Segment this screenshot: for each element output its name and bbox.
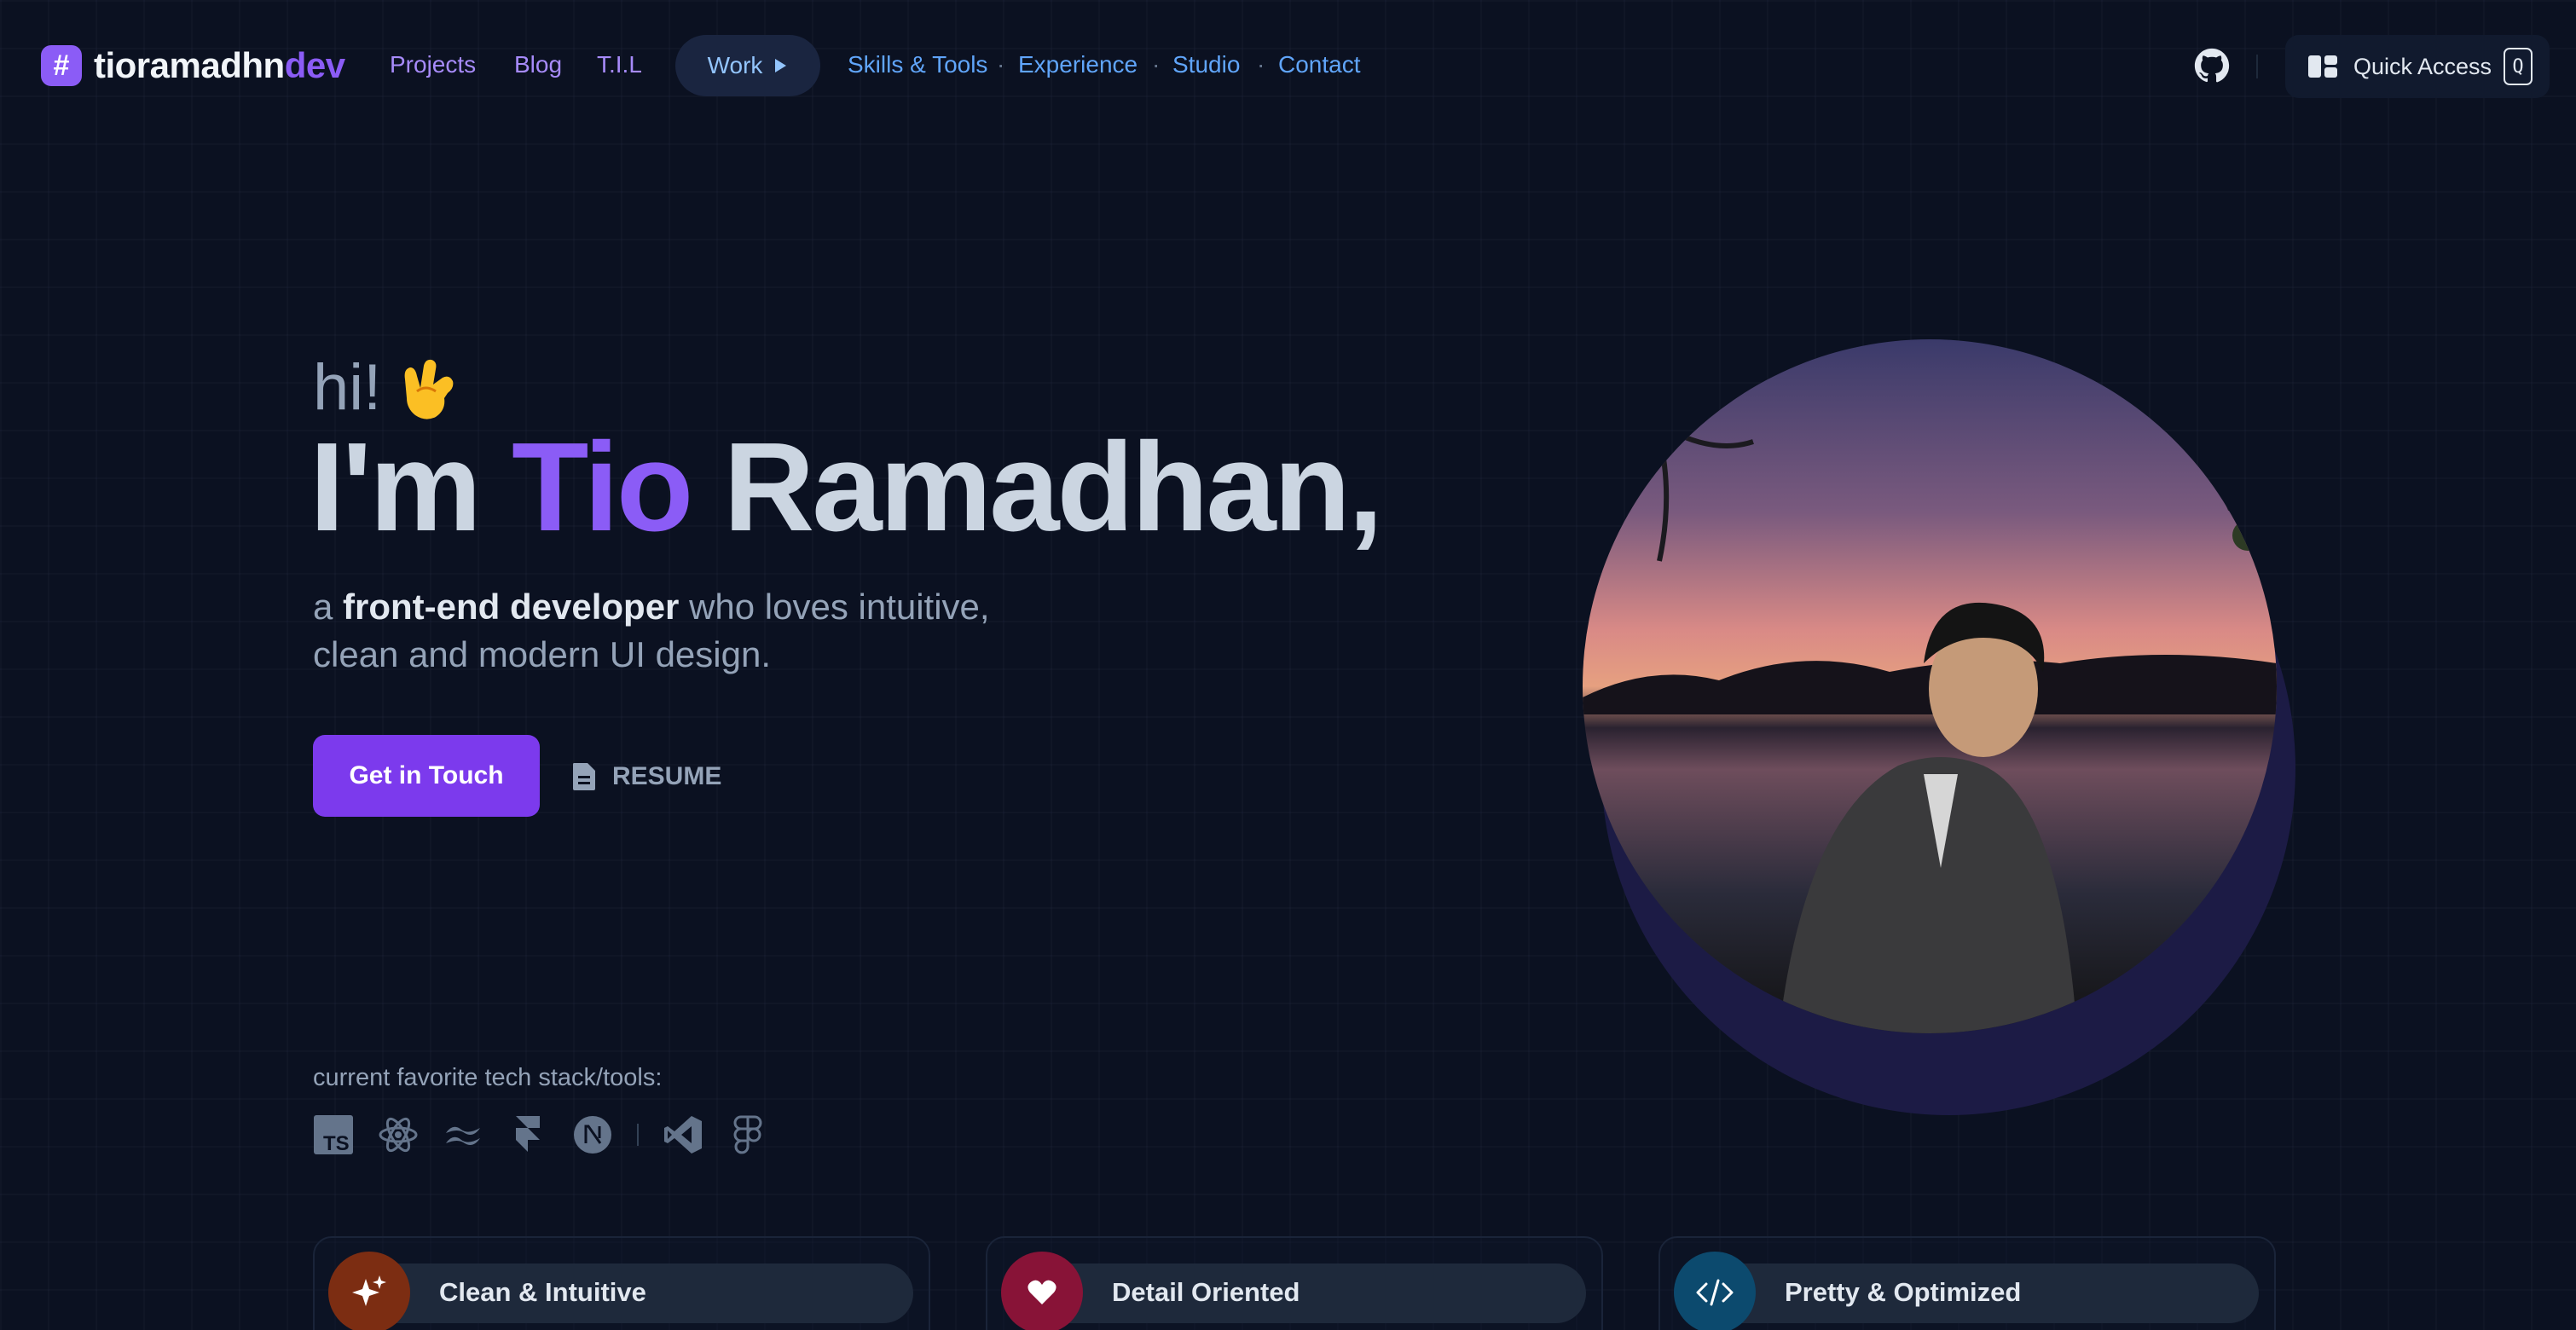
stack-divider [637, 1124, 639, 1146]
tailwind-icon [446, 1126, 480, 1145]
headline-name: Tio [512, 417, 693, 558]
tagline-role: front-end developer [343, 587, 680, 627]
nav-til[interactable]: T.I.L [597, 48, 642, 82]
svg-text:TS: TS [323, 1132, 350, 1155]
logo-accent: dev [284, 45, 345, 85]
feature-title: Detail Oriented [1112, 1277, 1300, 1307]
logo-text: tioramadhndev [94, 45, 345, 86]
headline-prefix: I'm [310, 417, 512, 558]
code-icon [1674, 1252, 1756, 1330]
heart-icon [1001, 1252, 1083, 1330]
tagline-lead: a [313, 587, 344, 627]
framer-icon [516, 1116, 540, 1152]
feature-title: Clean & Intuitive [439, 1277, 646, 1307]
get-in-touch-button[interactable]: Get in Touch [313, 735, 540, 817]
portrait-container [1583, 339, 2295, 1115]
keyboard-shortcut-key: Q [2504, 48, 2533, 85]
hero-tagline: a front-end developer who loves intuitiv… [313, 583, 1080, 679]
greeting-text: hi! [313, 351, 382, 424]
rock-on-hand-icon [404, 359, 454, 419]
hero-headline: I'm Tio Ramadhan, [310, 417, 1383, 558]
nav-projects[interactable]: Projects [390, 48, 476, 82]
nav-skills-tools[interactable]: Skills & Tools [848, 48, 987, 82]
nav-studio[interactable]: Studio [1172, 48, 1240, 82]
nav-separator: · [1257, 51, 1265, 78]
nav-blog[interactable]: Blog [514, 48, 562, 82]
nav-work-toggle[interactable]: Work [675, 35, 820, 96]
quick-access-label: Quick Access [2353, 53, 2492, 79]
nav-separator: · [997, 51, 1005, 78]
feature-card-pretty: Pretty & Optimized [1658, 1236, 2276, 1330]
typescript-icon: TS [314, 1115, 353, 1155]
figma-icon [733, 1115, 762, 1154]
nextjs-icon [574, 1116, 611, 1154]
feature-title: Pretty & Optimized [1785, 1277, 2022, 1307]
nav-separator: · [1152, 51, 1161, 78]
site-logo[interactable]: # tioramadhndev [41, 43, 345, 89]
logo-main: tioramadhn [94, 45, 285, 85]
vscode-icon [664, 1116, 702, 1154]
play-icon [775, 59, 787, 72]
headline-suffix: Ramadhan, [691, 417, 1383, 558]
document-icon [573, 763, 595, 790]
logo-hash-icon: # [41, 45, 82, 86]
site-header: # tioramadhndev Projects Blog T.I.L Work… [0, 0, 2576, 133]
feature-card-detail: Detail Oriented [986, 1236, 1603, 1330]
greeting: hi! [313, 350, 460, 426]
tech-stack-label: current favorite tech stack/tools: [313, 1064, 663, 1091]
nav-work-label: Work [707, 52, 763, 78]
nav-contact[interactable]: Contact [1278, 48, 1361, 82]
react-icon [379, 1117, 418, 1153]
resume-link[interactable]: RESUME [571, 755, 721, 798]
header-divider [2256, 55, 2258, 78]
dashboard-icon [2308, 55, 2337, 78]
profile-photo [1583, 339, 2277, 1033]
quick-access-button[interactable]: Quick Access Q [2285, 35, 2550, 98]
feature-card-clean: Clean & Intuitive [313, 1236, 930, 1330]
sparkles-icon [328, 1252, 410, 1330]
nav-experience[interactable]: Experience [1018, 48, 1137, 82]
github-icon[interactable] [2194, 48, 2230, 84]
tech-stack-icons: TS [313, 1113, 768, 1156]
resume-label: RESUME [612, 762, 722, 790]
